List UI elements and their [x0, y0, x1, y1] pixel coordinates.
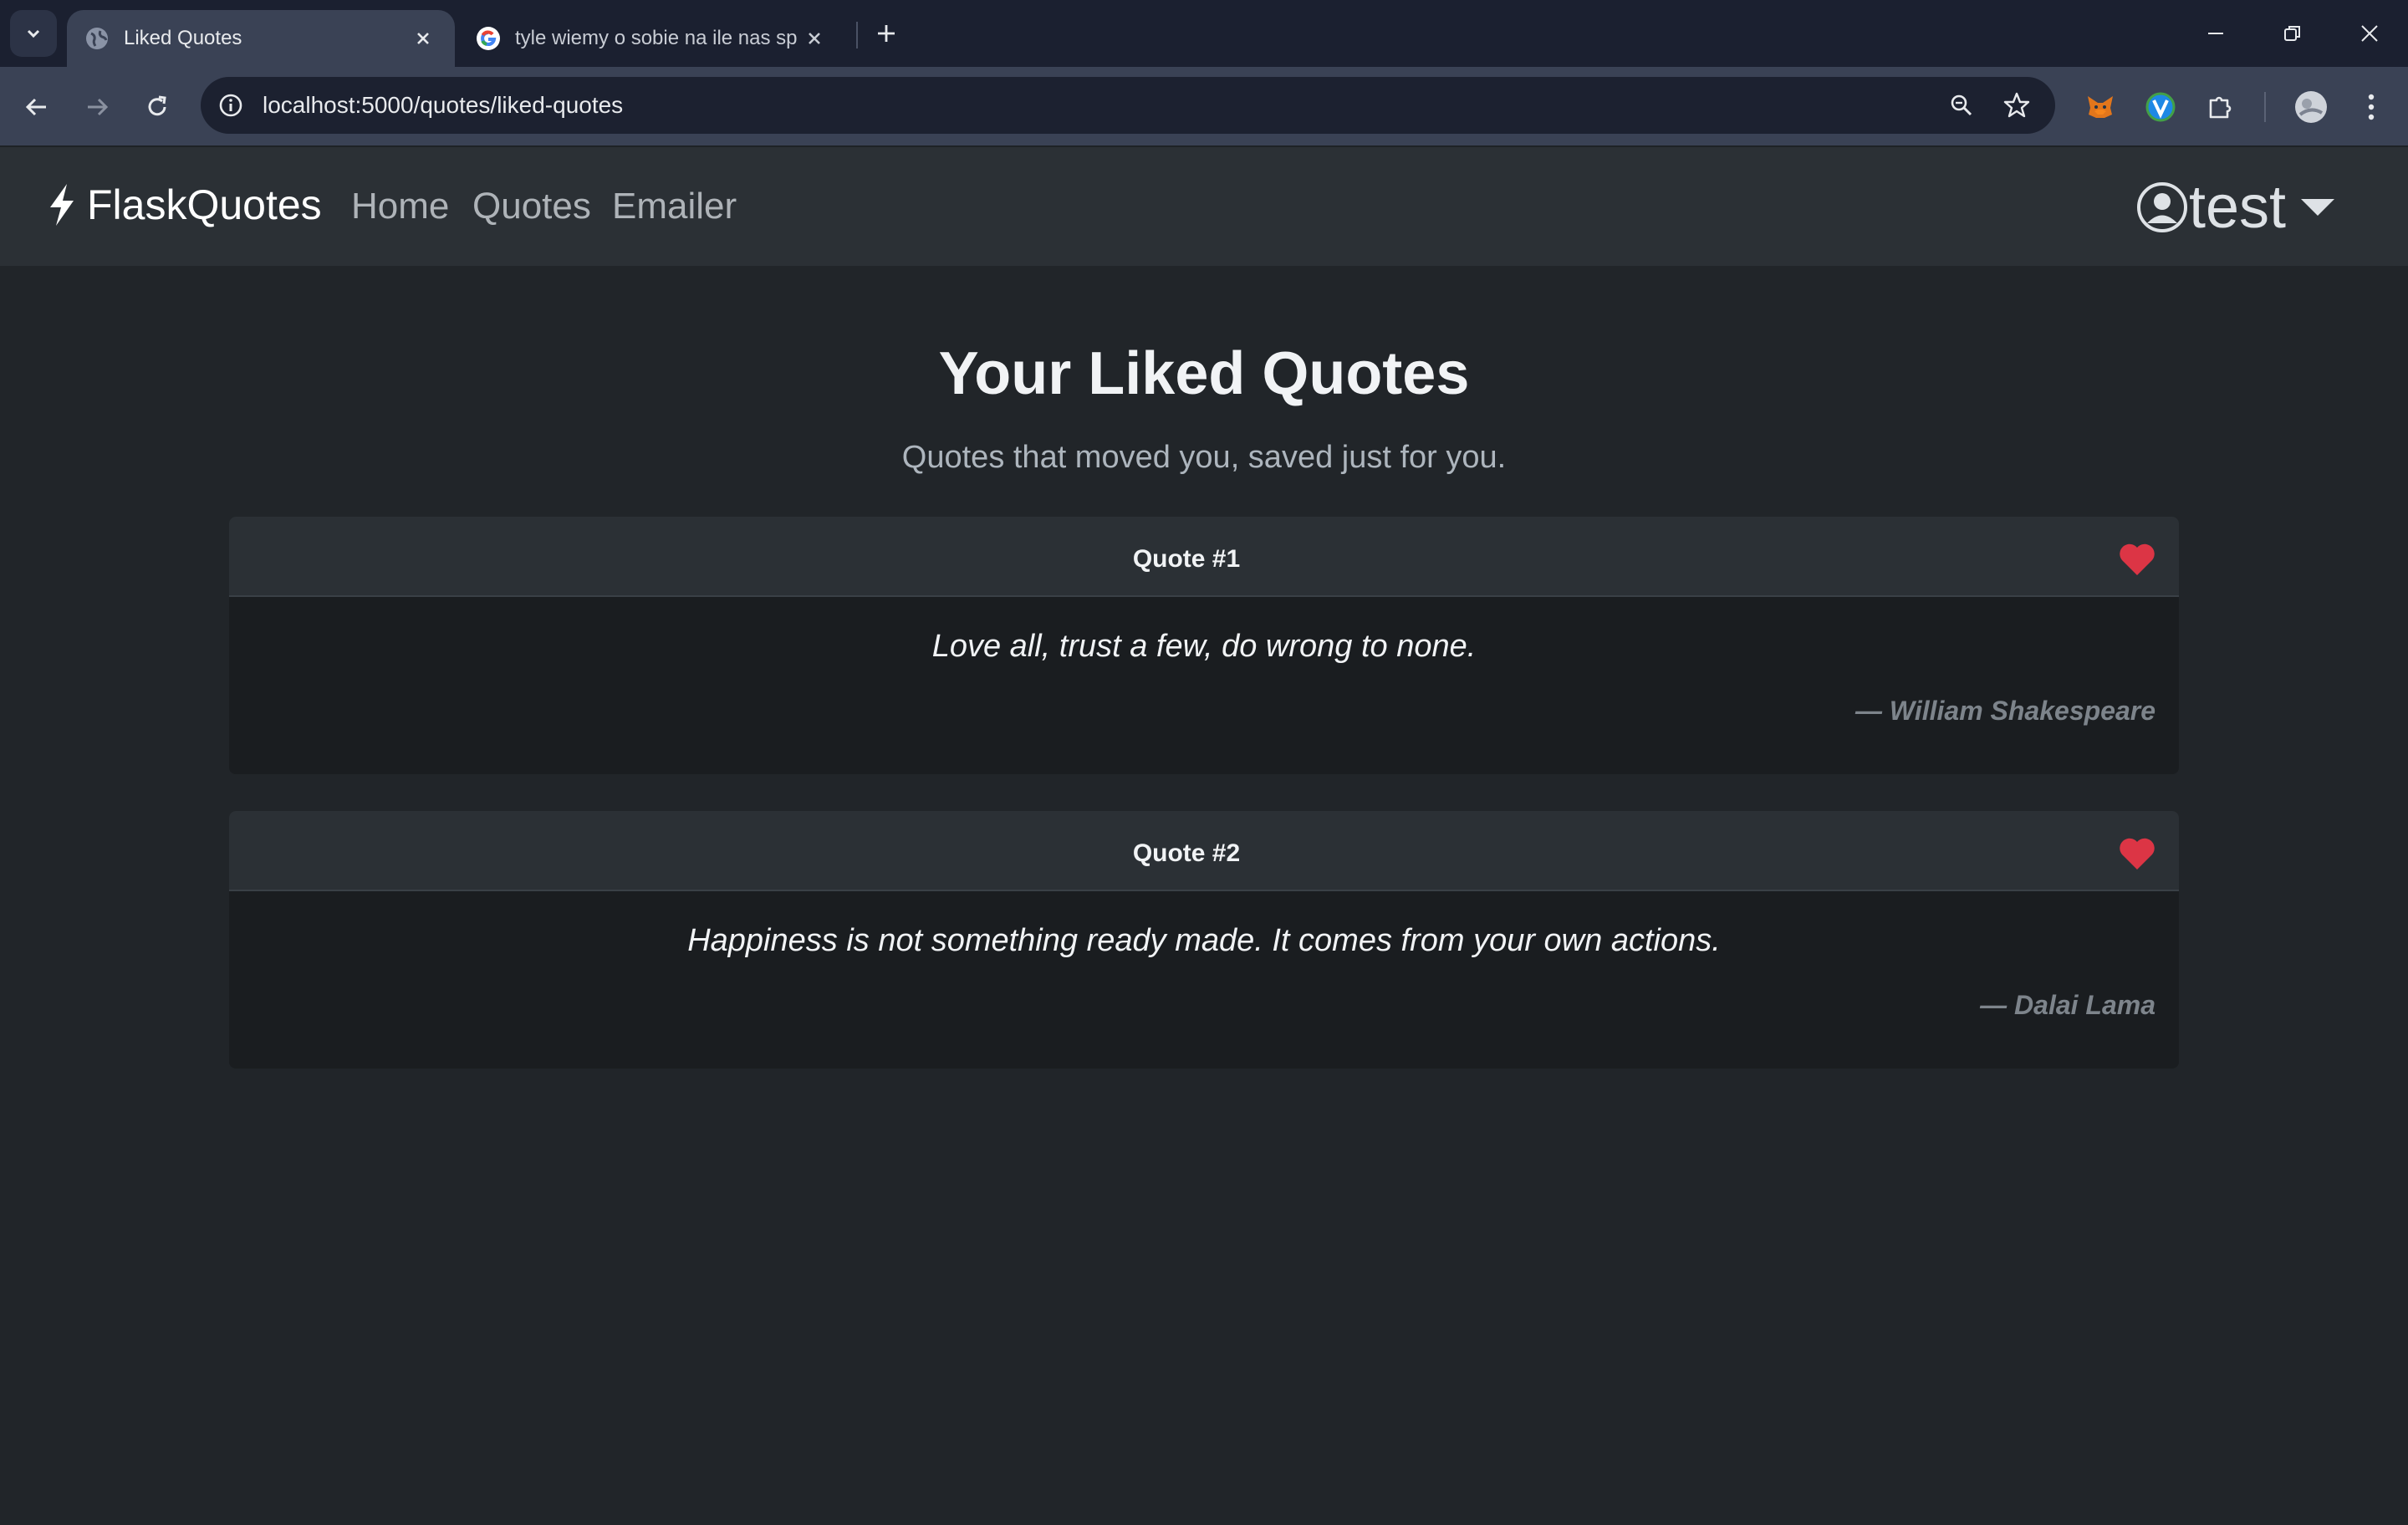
quote-author: — Dalai Lama	[1980, 990, 2155, 1020]
minimize-button[interactable]	[2177, 0, 2254, 67]
reload-icon	[148, 95, 166, 116]
site-info-button[interactable]	[216, 90, 246, 120]
close-window-button[interactable]	[2331, 0, 2408, 67]
quote-card: Quote #1 Love all, trust a few, do wrong…	[229, 517, 2179, 774]
browser-menu-button[interactable]	[2351, 87, 2391, 127]
close-tab-button[interactable]	[799, 23, 829, 54]
quote-author: — William Shakespeare	[1855, 696, 2155, 726]
profile-button[interactable]	[2291, 87, 2331, 127]
user-circle-icon	[2136, 182, 2187, 232]
v-extension-button[interactable]	[2140, 87, 2181, 127]
quote-text: Happiness is not something ready made. I…	[687, 923, 1721, 958]
avatar	[2295, 91, 2327, 123]
quote-number: Quote #1	[1132, 545, 1241, 573]
tab-search-button[interactable]	[10, 10, 57, 57]
address-bar[interactable]: localhost:5000/quotes/liked-quotes	[201, 77, 2055, 134]
chevron-down-icon	[27, 29, 40, 38]
close-tab-button[interactable]	[408, 23, 438, 54]
heart-icon	[2120, 838, 2155, 870]
zoom-icon	[1951, 94, 1972, 116]
star-icon	[2003, 92, 2030, 118]
page-title: Your Liked Quotes	[938, 340, 1470, 407]
restore-button[interactable]	[2254, 0, 2331, 67]
plus-icon	[878, 25, 895, 42]
lightning-icon	[50, 184, 74, 226]
minimize-icon	[2208, 33, 2223, 34]
caret-down-icon	[2301, 199, 2334, 216]
quote-card-header: Quote #1	[229, 517, 2179, 597]
tab-separator	[856, 22, 858, 48]
close-icon	[417, 33, 429, 44]
brand-link[interactable]: FlaskQuotes	[45, 181, 322, 229]
bookmark-button[interactable]	[2000, 89, 2033, 122]
close-icon	[809, 33, 820, 44]
user-dropdown[interactable]: test	[2135, 177, 2334, 237]
tab-liked-quotes[interactable]: Liked Quotes	[67, 10, 455, 67]
puzzle-icon	[2209, 96, 2232, 119]
extensions-button[interactable]	[2201, 87, 2241, 127]
tab-title: tyle wiemy o sobie na ile nas sp	[515, 27, 798, 49]
unlike-button[interactable]	[2117, 538, 2157, 579]
site-navbar: FlaskQuotes Home Quotes Emailer test	[0, 145, 2408, 266]
toolbar-separator	[2264, 92, 2266, 122]
nav-link-home[interactable]: Home	[351, 186, 449, 227]
brand-name: FlaskQuotes	[87, 181, 322, 228]
nav-link-emailer[interactable]: Emailer	[612, 186, 737, 227]
back-button[interactable]	[17, 87, 57, 127]
heart-icon	[2120, 543, 2155, 575]
arrow-left-icon	[25, 98, 46, 116]
url-text: localhost:5000/quotes/liked-quotes	[263, 92, 624, 118]
forward-button[interactable]	[77, 87, 117, 127]
tab-title: Liked Quotes	[124, 27, 242, 49]
restore-icon	[2284, 26, 2300, 41]
close-icon	[2361, 25, 2378, 42]
quote-card: Quote #2 Happiness is not something read…	[229, 811, 2179, 1069]
quote-text: Love all, trust a few, do wrong to none.	[931, 629, 1477, 664]
nav-link-quotes[interactable]: Quotes	[472, 186, 591, 227]
quote-card-header: Quote #2	[229, 811, 2179, 891]
google-icon	[477, 27, 500, 50]
globe-icon	[86, 28, 108, 49]
info-icon	[219, 94, 242, 117]
arrow-right-icon	[88, 98, 109, 116]
page-subtitle: Quotes that moved you, saved just for yo…	[901, 440, 1507, 475]
fox-icon	[2088, 96, 2113, 118]
zoom-button[interactable]	[1945, 89, 1978, 122]
unlike-button[interactable]	[2117, 833, 2157, 873]
new-tab-button[interactable]	[866, 17, 906, 50]
metamask-extension-button[interactable]	[2080, 87, 2120, 127]
quote-number: Quote #2	[1132, 839, 1241, 867]
browser-tabstrip: Liked Quotes tyle wiemy o sobie na ile n…	[0, 0, 2408, 67]
more-vertical-icon	[2368, 94, 2375, 120]
username: test	[2188, 174, 2286, 241]
reload-button[interactable]	[137, 87, 177, 127]
tab-google-search[interactable]: tyle wiemy o sobie na ile nas sp	[458, 10, 846, 67]
v-extension-icon	[2145, 92, 2176, 122]
